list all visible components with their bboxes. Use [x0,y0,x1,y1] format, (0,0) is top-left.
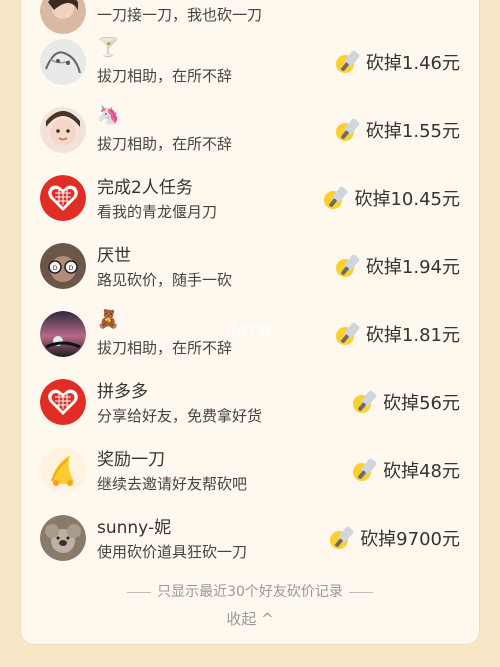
amount-group: 砍掉1.46元 [334,47,460,77]
record-desc: 继续去邀请好友帮砍吧 [97,475,248,493]
cut-amount: 砍掉48元 [383,461,460,482]
cut-amount: 砍掉1.46元 [365,53,460,74]
avatar [40,0,86,34]
divider [127,591,152,593]
knife-icon [353,390,377,413]
knife-icon [324,186,348,209]
avatar [40,311,86,357]
knife-icon [353,458,377,481]
svg-text:D: D [53,265,58,272]
record-limit-text: 只显示最近30个好友砍价记录 [157,584,343,600]
list-item: 奖励一刀 继续去邀请好友帮砍吧 砍掉48元 [20,441,480,505]
record-name: 🍸 [97,37,120,58]
record-name: 拼多多 [97,382,148,402]
record-limit-note: 只显示最近30个好友砍价记录 [20,581,480,601]
record-name: 厌世 [97,246,131,266]
record-desc: 拔刀相助，在所不辞 [97,135,233,153]
list-item: 🦄 拔刀相助，在所不辞 砍掉1.55元 [20,101,480,165]
list-item: sunny-妮 使用砍价道具狂砍一刀 砍掉9700元 [20,509,480,573]
record-desc: 使用砍价道具狂砍一刀 [97,543,248,561]
avatar [40,379,86,425]
list-item: 拼多多 分享给好友，免费拿好货 砍掉56元 [20,373,480,437]
list-item: DD 厌世 路见砍价，随手一砍 砍掉1.94元 [20,237,480,301]
cut-amount: 砍掉56元 [383,393,460,414]
amount-group: 砍掉1.55元 [334,115,460,145]
record-name: 🧸 [97,309,120,330]
cut-amount: 砍掉1.81元 [365,325,460,346]
knife-icon [330,526,354,549]
amount-group: 砍掉9700元 [328,523,460,553]
amount-group: 砍掉1.81元 [334,319,460,349]
knife-icon [335,322,360,345]
list-item: 🍸 拔刀相助，在所不辞 砍掉1.46元 [20,33,480,97]
record-name: 奖励一刀 [97,450,165,470]
amount-group: 砍掉56元 [351,387,460,417]
list-item: 🧸 拔刀相助，在所不辞 砍掉1.81元 [20,305,480,369]
knife-icon [432,0,460,15]
record-name: 🦄 [97,105,120,126]
avatar: DD [40,243,86,289]
record-desc: 拔刀相助，在所不辞 [97,67,233,85]
avatar [40,175,86,221]
record-desc: 看我的青龙偃月刀 [97,203,218,221]
cut-amount: 砍掉1.55元 [365,121,460,142]
divider [348,591,373,593]
avatar [40,39,86,85]
record-name: 完成2人任务 [97,178,193,198]
amount-group: 砍掉48元 [351,455,460,485]
amount-group: 砍掉1.94元 [334,251,460,281]
avatar [40,107,86,153]
avatar [40,447,86,493]
amount-group [432,0,460,16]
knife-icon [335,118,360,141]
knife-icon [335,50,360,73]
cut-amount: 砍掉10.45元 [354,189,460,210]
avatar [40,515,86,561]
svg-text:D: D [69,265,74,272]
record-desc: 路见砍价，随手一砍 [97,271,233,289]
cut-amount: 砍掉9700元 [360,529,460,550]
record-desc: 拔刀相助，在所不辞 [97,339,233,357]
cut-amount: 砍掉1.94元 [365,257,460,278]
collapse-button[interactable]: 收起 ^ [20,608,480,629]
record-desc: 一刀接一刀，我也砍一刀 [97,6,263,24]
list-item: 完成2人任务 看我的青龙偃月刀 砍掉10.45元 [20,169,480,233]
record-desc: 分享给好友，免费拿好货 [97,407,263,425]
record-name: sunny-妮 [97,518,172,538]
knife-icon [335,254,360,277]
amount-group: 砍掉10.45元 [322,183,460,213]
